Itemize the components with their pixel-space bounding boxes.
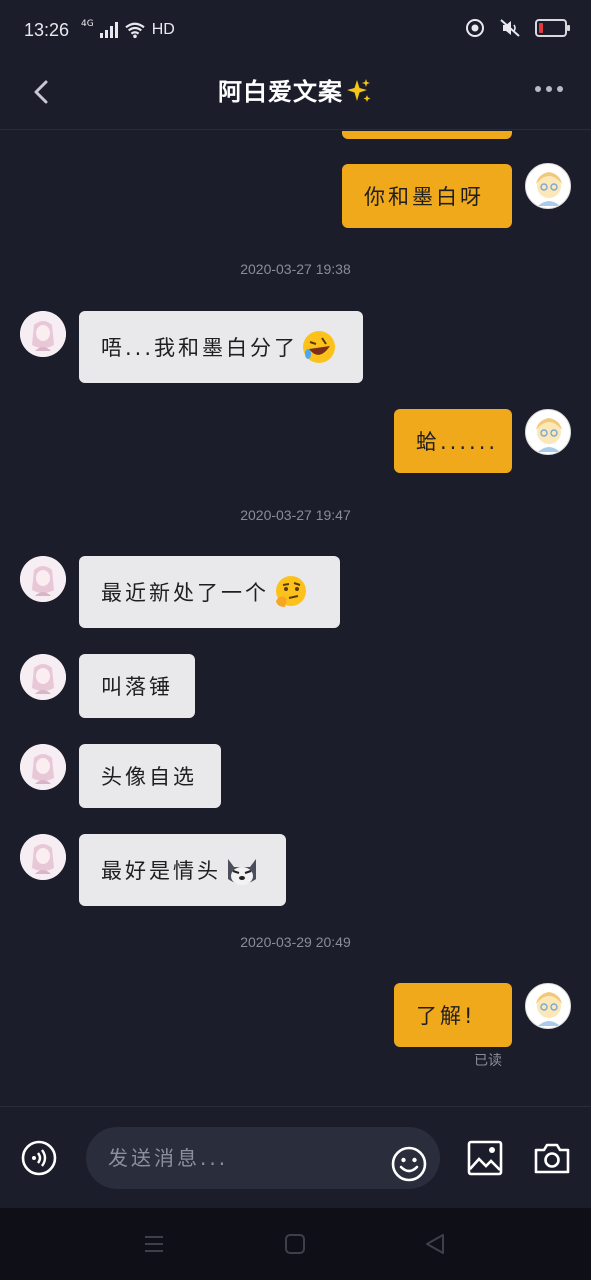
- message-text: 叫落锤: [101, 675, 173, 699]
- message-text: 最近新处了一个: [101, 581, 269, 605]
- husky-emoji-icon: [228, 859, 256, 885]
- chat-title: 阿白爱文案: [0, 72, 591, 107]
- thinking-emoji-icon: [276, 576, 306, 607]
- battery-icon: [535, 19, 570, 37]
- message-bubble-contact[interactable]: 最好是情头: [79, 834, 286, 906]
- message-bubble-me[interactable]: 了解!: [394, 983, 512, 1047]
- message-text: 最好是情头: [101, 859, 221, 883]
- mute-icon: [500, 19, 520, 37]
- chat-area[interactable]: 你和墨白呀 2020-03-27 19:38 唔...我和墨白分了 蛤.....…: [0, 131, 591, 1106]
- message-bubble-me[interactable]: 你和墨白呀: [342, 164, 512, 228]
- system-nav-bar: [0, 1208, 591, 1280]
- rofl-emoji-icon: [303, 331, 336, 363]
- voice-input-button[interactable]: [20, 1139, 58, 1177]
- signal-icon: [99, 22, 118, 38]
- avatar-me[interactable]: [525, 163, 571, 209]
- message-bubble-contact[interactable]: 头像自选: [79, 744, 221, 808]
- message-text: 唔...我和墨白分了: [101, 336, 299, 360]
- read-status: 已读: [474, 1053, 502, 1069]
- emoji-button[interactable]: [390, 1145, 428, 1183]
- chat-header: 阿白爱文案: [0, 60, 591, 130]
- chat-title-text: 阿白爱文案: [218, 78, 343, 106]
- message-input[interactable]: [86, 1127, 440, 1189]
- image-button[interactable]: [466, 1139, 504, 1177]
- camera-button[interactable]: [532, 1139, 572, 1177]
- avatar-contact[interactable]: [20, 654, 66, 700]
- message-bubble-partial[interactable]: [342, 131, 512, 139]
- message-text: 你和墨白呀: [364, 185, 484, 209]
- timestamp: 2020-03-27 19:38: [240, 261, 351, 277]
- timestamp: 2020-03-27 19:47: [240, 507, 351, 523]
- sparkles-icon: [347, 79, 371, 102]
- status-bar: 13:26 4G HD: [0, 0, 591, 60]
- message-bubble-me[interactable]: 蛤......: [394, 409, 512, 473]
- home-button[interactable]: [284, 1233, 306, 1255]
- avatar-contact[interactable]: [20, 744, 66, 790]
- message-text: 头像自选: [101, 765, 197, 789]
- more-options-button[interactable]: [531, 80, 567, 98]
- avatar-contact[interactable]: [20, 311, 66, 357]
- timestamp: 2020-03-29 20:49: [240, 934, 351, 950]
- avatar-me[interactable]: [525, 983, 571, 1029]
- avatar-me[interactable]: [525, 409, 571, 455]
- recent-apps-button[interactable]: [144, 1234, 164, 1254]
- message-bubble-contact[interactable]: 唔...我和墨白分了: [79, 311, 363, 383]
- hd-indicator: HD: [151, 21, 175, 38]
- status-time: 13:26: [24, 19, 70, 40]
- eye-protect-icon: [466, 19, 484, 37]
- message-text: 蛤......: [416, 430, 499, 454]
- avatar-contact[interactable]: [20, 834, 66, 880]
- avatar-contact[interactable]: [20, 556, 66, 602]
- system-back-button[interactable]: [424, 1233, 446, 1255]
- network-type: 4G: [81, 19, 94, 29]
- input-bar: [0, 1106, 591, 1208]
- message-bubble-contact[interactable]: 最近新处了一个: [79, 556, 340, 628]
- wifi-icon: [125, 22, 145, 39]
- message-bubble-contact[interactable]: 叫落锤: [79, 654, 195, 718]
- message-text: 了解!: [416, 1004, 476, 1028]
